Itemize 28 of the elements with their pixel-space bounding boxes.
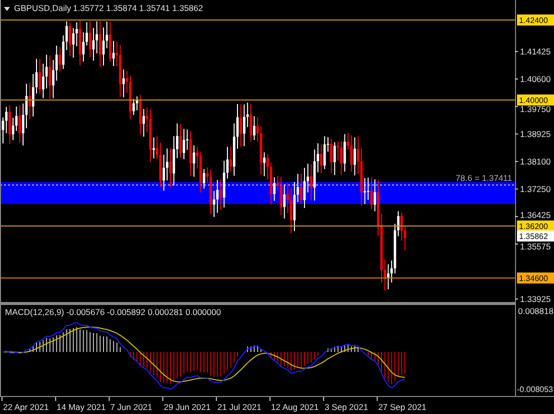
price-tick: 1.40600 [520, 74, 551, 84]
ohlc-values: 1.35772 1.35874 1.35741 1.35862 [73, 3, 203, 13]
fibonacci-label: 78.6 = 1.37411 [456, 173, 512, 183]
price-tick: 1.33925 [520, 294, 551, 304]
date-tick: 29 Jun 2021 [164, 402, 211, 412]
price-tick: 1.35575 [520, 242, 551, 252]
date-tick: 14 May 2021 [56, 402, 106, 412]
symbol-label: GBPUSD,Daily [14, 3, 72, 13]
date-tick: 22 Apr 2021 [3, 402, 49, 412]
price-tick: 1.38925 [520, 129, 551, 139]
date-tick: 21 Jul 2021 [217, 402, 262, 412]
level-price: 1.42400 [519, 16, 548, 25]
current-price-tag: 1.35862 [517, 230, 554, 242]
price-tick: 1.36425 [520, 210, 551, 220]
date-tick: 27 Sep 2021 [378, 402, 426, 412]
macd-tick: -0.008053 [516, 385, 553, 394]
price-tick: 1.37250 [520, 184, 551, 194]
date-tick: 3 Sep 2021 [324, 402, 368, 412]
level-price: 1.36200 [519, 222, 548, 231]
macd-label: MACD(12,26,9) -0.005676 -0.005892 0.000281 0.000000 [5, 307, 221, 317]
date-tick: 7 Jun 2021 [110, 402, 152, 412]
macd-tick: 0.008818 [518, 306, 554, 316]
date-tick: 12 Aug 2021 [271, 402, 319, 412]
price-tick: 1.38100 [520, 156, 551, 166]
price-tick: 1.41425 [520, 46, 551, 56]
price-tick: 1.39750 [520, 104, 551, 114]
level-price: 1.34600 [519, 274, 548, 283]
level-price: 1.40000 [519, 96, 548, 105]
